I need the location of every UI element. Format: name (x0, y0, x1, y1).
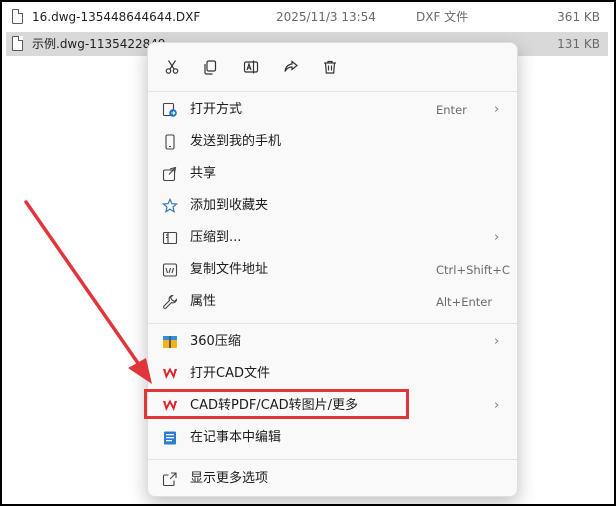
annotation-arrow-icon (24, 200, 152, 384)
